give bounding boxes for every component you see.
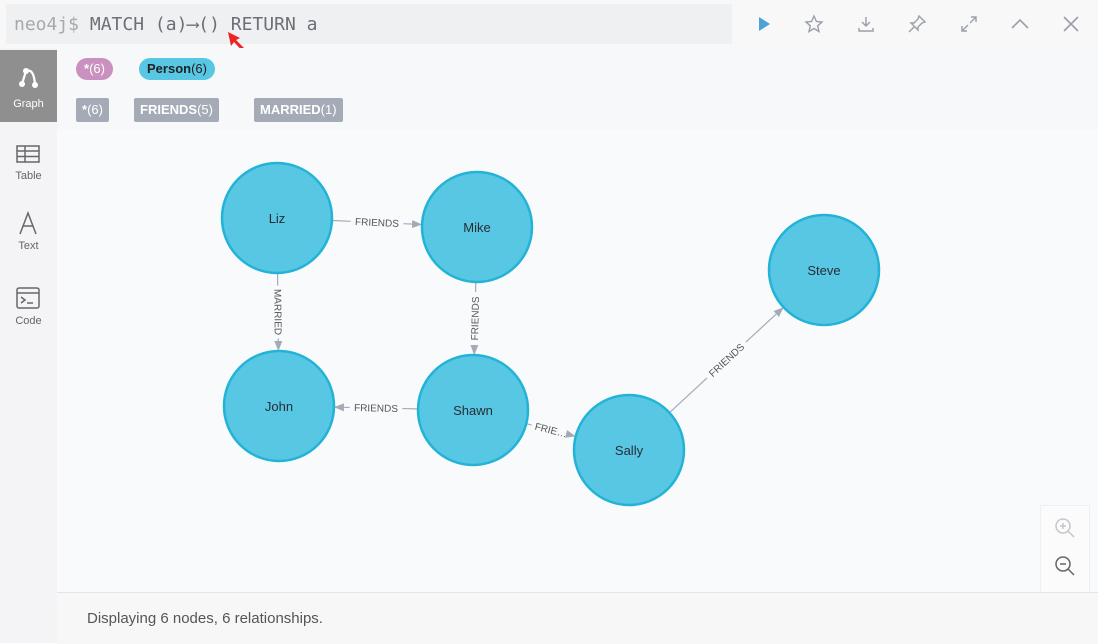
sidebar-item-table[interactable]: Table [0,126,57,198]
relationship-arrow [746,308,783,342]
relationship-label: FRIENDS [355,217,400,230]
download-icon[interactable] [852,10,880,38]
node-label-name: Person [147,61,191,76]
star-icon[interactable] [800,10,828,38]
status-text: Displaying 6 nodes, 6 relationships. [87,610,323,627]
rel-type-all[interactable]: *(6) [76,98,109,122]
graph-svg: FRIENDS MARRIED FRIENDS FRIENDS FRIE… FRIENDS… [57,130,1098,592]
relationship-arrow [403,224,421,225]
query-text[interactable]: neo4j$ MATCH (a)⟶() RETURN a [14,14,317,35]
sidebar-item-label: Code [0,315,57,327]
node-mike[interactable]: Mike [422,172,532,282]
relationship-arrow [570,435,574,436]
node-shawn[interactable]: Shawn [418,355,528,465]
rel-type-name: FRIENDS [140,102,197,117]
zoom-out-icon[interactable] [1053,554,1077,578]
query-string[interactable]: MATCH (a)⟶() RETURN a [90,14,318,35]
prompt-label: neo4j$ [14,14,79,35]
sidebar-item-code[interactable]: Code [0,270,57,342]
text-icon [14,210,42,238]
graph-icon [14,64,42,92]
relationship-shawn-john[interactable]: FRIENDS [335,403,417,415]
node-sally[interactable]: Sally [574,395,684,505]
view-sidebar: Graph Table Text Code [0,48,58,643]
node-steve[interactable]: Steve [769,215,879,325]
relationship-line [670,378,707,412]
graph-canvas[interactable]: FRIENDS MARRIED FRIENDS FRIENDS FRIE… FRIENDS… [57,130,1098,592]
command-bar: neo4j$ MATCH (a)⟶() RETURN a [0,0,1098,49]
node-label-count: (6) [191,61,207,76]
relationship-shawn-sally[interactable]: FRIE… [527,422,575,441]
node-label: Sally [615,443,644,458]
relationship-label: FRIENDS [354,403,398,415]
status-bar: Displaying 6 nodes, 6 relationships. [57,592,1098,644]
node-liz[interactable]: Liz [222,163,332,273]
relationship-label: FRIENDS [470,296,482,340]
legend-bar: *(6) Person(6) *(6) FRIENDS(5) MARRIED(1… [57,48,1098,131]
rel-type-count: (6) [87,102,103,117]
chevron-up-icon[interactable] [1006,10,1034,38]
node-john[interactable]: John [224,351,334,461]
rel-type-friends[interactable]: FRIENDS(5) [134,98,219,122]
node-label: Liz [269,211,286,226]
rel-type-count: (5) [197,102,213,117]
node-label-count: (6) [89,61,105,76]
node-label-person[interactable]: Person(6) [139,58,215,80]
query-editor[interactable]: neo4j$ MATCH (a)⟶() RETURN a [6,4,732,44]
sidebar-item-graph[interactable]: Graph [0,50,57,122]
sidebar-item-text[interactable]: Text [0,196,57,268]
relationship-line [333,221,351,222]
node-label: John [265,399,293,414]
relationship-label: FRIE… [534,422,568,441]
relationship-line [527,424,531,425]
rel-type-married[interactable]: MARRIED(1) [254,98,343,122]
relationship-mike-shawn[interactable]: FRIENDS [470,283,482,354]
code-icon [14,284,42,312]
pin-icon[interactable] [903,10,931,38]
table-icon [14,140,42,168]
expand-icon[interactable] [955,10,983,38]
sidebar-item-label: Table [0,170,57,182]
zoom-controls [1040,505,1090,592]
relationship-label: FRIENDS [707,342,747,380]
sidebar-item-label: Graph [0,98,57,110]
zoom-in-icon[interactable] [1053,516,1077,540]
relationship-sally-steve[interactable]: FRIENDS [670,308,783,412]
relationship-label: MARRIED [271,289,282,335]
rel-type-count: (1) [321,102,337,117]
relationship-liz-john[interactable]: MARRIED [271,274,282,350]
rel-type-name: MARRIED [260,102,321,117]
close-icon[interactable] [1057,10,1085,38]
play-icon[interactable] [750,10,778,38]
node-label: Shawn [453,403,493,418]
node-label-all[interactable]: *(6) [76,58,113,80]
relationship-liz-mike[interactable]: FRIENDS [333,217,421,230]
sidebar-item-label: Text [0,240,57,252]
node-label: Steve [807,263,840,278]
node-label: Mike [463,220,490,235]
